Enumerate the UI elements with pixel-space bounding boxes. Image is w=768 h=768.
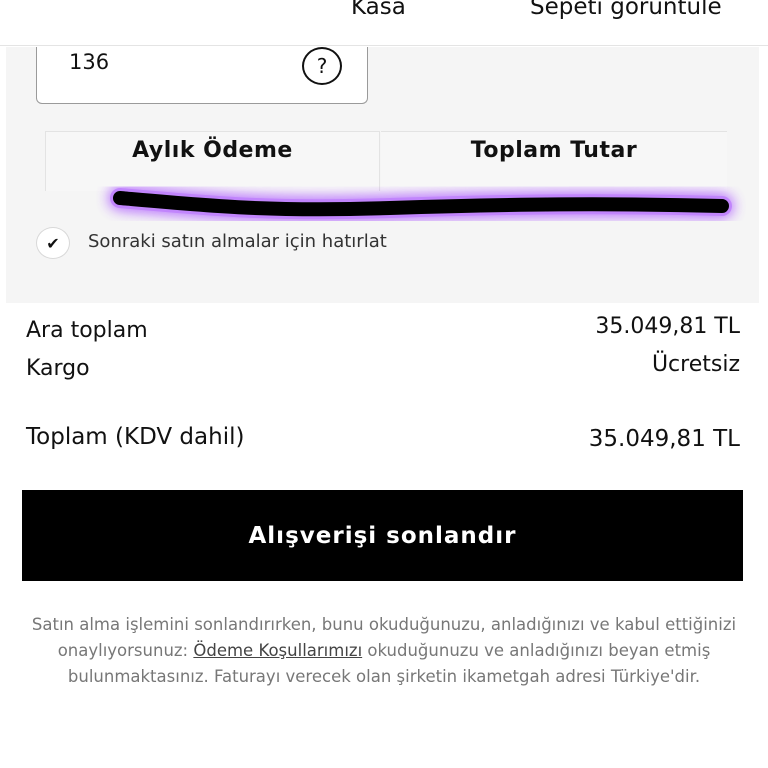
tab-checkout[interactable]: Kasa: [351, 0, 406, 20]
cvv-value: 136: [69, 50, 110, 74]
total-label: Toplam (KDV dahil): [26, 424, 245, 450]
subtotal-value: 35.049,81 TL: [595, 314, 740, 339]
tab-view-cart[interactable]: Sepeti görüntüle: [530, 0, 722, 20]
complete-purchase-button[interactable]: Alışverişi sonlandır: [22, 490, 743, 581]
total-value: 35.049,81 TL: [588, 426, 740, 452]
check-icon: ✔: [46, 233, 60, 253]
redaction-scribble: [110, 188, 732, 220]
payment-terms-link[interactable]: Ödeme Koşullarımızı: [193, 641, 362, 660]
remember-label: Sonraki satın almalar için hatırlat: [88, 231, 387, 252]
legal-notice: Satın alma işlemini sonlandırırken, bunu…: [30, 612, 738, 690]
shipping-value: Ücretsiz: [651, 352, 740, 377]
help-icon[interactable]: ?: [302, 47, 342, 85]
segment-monthly-payment-label: Aylık Ödeme: [132, 138, 293, 163]
shipping-label: Kargo: [26, 356, 90, 381]
subtotal-label: Ara toplam: [26, 318, 148, 343]
top-navigation: Kasa Sepeti görüntüle: [0, 0, 768, 46]
segment-total-amount-label: Toplam Tutar: [470, 138, 638, 163]
remember-checkbox[interactable]: ✔: [36, 227, 70, 259]
